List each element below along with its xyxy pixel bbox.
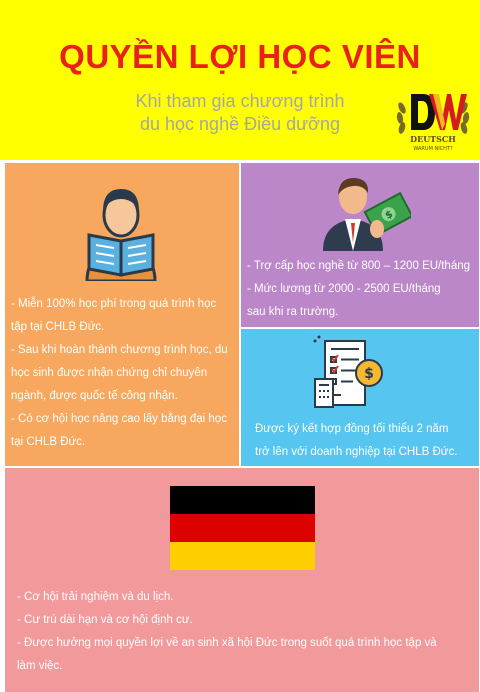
logo-brand: DEUTSCH (410, 134, 456, 144)
logo-tagline: WARUM NICHT? (413, 146, 453, 152)
benefit-list: - Miễn 100% học phí trong quá trình học … (11, 293, 233, 454)
benefit-list: Được ký kết hợp đồng tối thiểu 2 năm trở… (255, 418, 479, 464)
list-item: sau khi ra trường. (247, 306, 339, 318)
benefit-panel-residence: - Cơ hội trải nghiệm và du lịch. - Cư tr… (5, 468, 479, 692)
list-item: ngành, được quốc tế công nhận. (11, 390, 178, 402)
subtitle-line: Khi tham gia chương trình (135, 91, 345, 111)
header-banner: QUYỀN LỢI HỌC VIÊN Khi tham gia chương t… (0, 0, 480, 160)
benefit-panel-contract: $ Được ký kết hợp đồng tối thiểu 2 năm t… (241, 329, 479, 466)
germany-flag (170, 486, 315, 570)
page-title: QUYỀN LỢI HỌC VIÊN (59, 38, 421, 75)
list-item: - Được hưởng mọi quyền lợi về an sinh xã… (17, 637, 437, 649)
businessman-money-icon: $ (323, 177, 411, 251)
deutsch-logo: DEUTSCH WARUM NICHT? (396, 94, 470, 152)
list-item: làm việc. (17, 660, 63, 672)
benefit-list: - Cơ hội trải nghiệm và du lịch. - Cư tr… (17, 586, 477, 678)
benefit-panel-salary: $ - Trợ cấp học nghề từ 800 – 1200 EU/th… (241, 163, 479, 327)
flag-stripe-red (170, 514, 315, 542)
list-item: - Miễn 100% học phí trong quá trình học (11, 298, 217, 310)
list-item: - Trợ cấp học nghề từ 800 – 1200 EU/thán… (247, 260, 471, 272)
benefit-panel-study: - Miễn 100% học phí trong quá trình học … (5, 163, 239, 466)
list-item: - Sau khi hoàn thành chương trình học, d… (11, 344, 228, 356)
list-item: tập tại CHLB Đức. (11, 321, 105, 333)
list-item: tại CHLB Đức. (11, 436, 86, 448)
list-item: - Mức lương từ 2000 - 2500 EU/tháng (247, 283, 441, 295)
contract-coin-icon: $ (313, 335, 383, 408)
list-item: Được ký kết hợp đồng tối thiểu 2 năm (255, 423, 449, 435)
list-item: - Có cơ hội học nâng cao lấy bằng đại họ… (11, 413, 227, 425)
flag-stripe-black (170, 486, 315, 514)
flag-stripe-gold (170, 542, 315, 570)
svg-text:$: $ (364, 366, 374, 382)
page-subtitle: Khi tham gia chương trình du học nghề Đi… (95, 90, 385, 136)
list-item: trở lên với doanh nghiệp tại CHLB Đức. (255, 446, 458, 458)
list-item: - Cơ hội trải nghiệm và du lịch. (17, 591, 174, 603)
subtitle-line: du học nghề Điều dưỡng (140, 114, 340, 134)
list-item: học sinh được nhận chứng chỉ chuyên (11, 367, 208, 379)
benefit-list: - Trợ cấp học nghề từ 800 – 1200 EU/thán… (247, 255, 477, 324)
student-reading-icon (85, 189, 157, 281)
list-item: - Cư trú dài hạn và cơ hội định cư. (17, 614, 193, 626)
